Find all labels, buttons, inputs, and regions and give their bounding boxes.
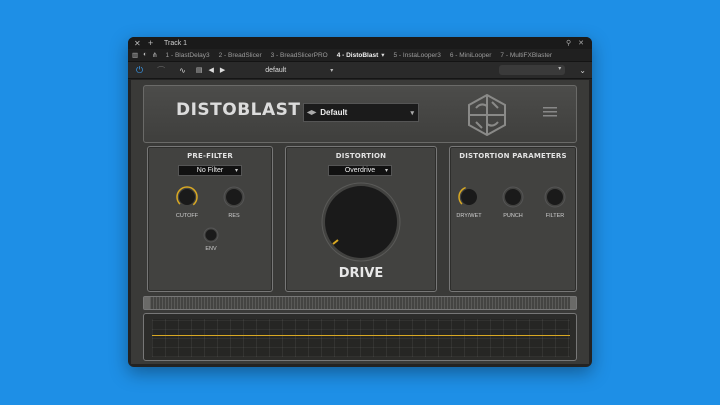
expand-chevron-icon[interactable]: ⌄ [579,66,586,75]
envelope-editor[interactable] [143,313,577,361]
host-preset-value: default [265,66,287,74]
plugin-body: DISTOBLAST ◀▶ Default ▾ PRE-FILTER No Fi… [131,80,589,364]
filter-knob[interactable] [544,186,566,208]
add-icon[interactable]: + [148,38,158,48]
filter-type-value: No Filter [196,167,224,174]
distortion-mode-dropdown[interactable]: Overdrive ▾ [328,165,392,176]
compare-icon[interactable]: ◐ [143,51,147,59]
routing-icon[interactable]: ⋔ [152,51,157,59]
envelope-grid[interactable] [152,319,570,357]
tab-multifxblaster[interactable]: 7 - MultiFXBlaster [500,52,552,59]
distortion-params-title: DISTORTION PARAMETERS [459,152,567,160]
host-toolbar: ⏻ ⌒ ∿ ▤ ◀ ▶ default ▾ ▾ ⌄ [128,62,592,79]
env-label: ENV [205,246,217,252]
drive-knob[interactable] [320,181,402,263]
tab-blastdelay3[interactable]: 1 - BlastDelay3 [166,52,210,59]
envelope-line[interactable] [152,335,570,336]
tab-breadslicerpro[interactable]: 3 - BreadSlicerPRO [271,52,328,59]
title-bar: ✕ + Track 1 ⚲ ✕ [128,37,592,49]
filter-label: FILTER [545,213,565,219]
pin-icon[interactable]: ⚲ [566,39,571,47]
scroll-handle-left[interactable] [144,297,150,309]
res-knob[interactable] [223,186,245,208]
window-close-icon[interactable]: ✕ [578,39,584,47]
punch-knob[interactable] [502,186,524,208]
prefilter-title: PRE-FILTER [187,152,233,160]
menu-icon[interactable] [543,106,557,118]
tab-minilooper[interactable]: 6 - MiniLooper [450,52,492,59]
close-icon[interactable]: ✕ [134,39,144,48]
distortion-params-panel: DISTORTION PARAMETERS DRY/WET PUNCH FILT… [449,146,577,292]
chevron-down-icon: ▾ [234,168,238,174]
plugin-tab-bar: ▥ ◐ ⋔ 1 - BlastDelay3 2 - BreadSlicer 3 … [128,49,592,62]
window-title: Track 1 [164,39,188,47]
chevron-down-icon: ▾ [330,67,334,74]
cutoff-knob[interactable] [176,186,198,208]
drive-label: DRIVE [338,266,384,281]
tab-distoblast[interactable]: 4 - DistoBlast [337,52,379,59]
host-preset-dropdown[interactable]: default ▾ [265,65,333,76]
tab-instalooper3[interactable]: 5 - InstaLooper3 [394,52,441,59]
plugin-preset-value: Default [320,108,348,117]
chevron-down-icon: ▾ [558,66,562,72]
chevron-down-icon: ▾ [410,109,414,117]
next-preset-icon[interactable]: ▶ [220,66,225,74]
brand-icon [468,94,506,136]
plugin-window: ✕ + Track 1 ⚲ ✕ ▥ ◐ ⋔ 1 - BlastDelay3 2 … [128,37,592,367]
prev-preset-icon[interactable]: ◀ [208,66,213,74]
drywet-knob[interactable] [458,186,480,208]
secondary-dropdown[interactable]: ▾ [499,65,566,75]
sidechain-icon[interactable]: ⌒ [157,65,165,76]
res-label: RES [228,213,240,219]
prefilter-panel: PRE-FILTER No Filter ▾ CUTOFF RES ENV [147,146,273,292]
distortion-panel: DISTORTION Overdrive ▾ DRIVE [285,146,437,292]
automation-icon[interactable]: ∿ [179,66,186,75]
plugin-logo: DISTOBLAST [176,100,301,120]
scroll-handle-right[interactable] [570,297,576,309]
tab-menu-caret-icon[interactable]: ▾ [381,51,384,59]
cutoff-label: CUTOFF [175,213,199,219]
preset-arrows-icon[interactable]: ◀▶ [307,109,316,116]
save-icon[interactable]: ▤ [196,66,203,74]
rack-icon[interactable]: ▥ [132,51,138,59]
filter-type-dropdown[interactable]: No Filter ▾ [178,165,242,176]
punch-label: PUNCH [503,213,523,219]
env-knob[interactable] [203,227,219,243]
distortion-mode-value: Overdrive [344,167,376,174]
tab-breadslicer[interactable]: 2 - BreadSlicer [219,52,262,59]
distortion-title: DISTORTION [335,152,387,160]
power-icon[interactable]: ⏻ [136,65,143,76]
chevron-down-icon: ▾ [384,168,388,174]
drywet-label: DRY/WET [456,213,482,219]
plugin-preset-selector[interactable]: ◀▶ Default ▾ [303,103,419,122]
plugin-header: DISTOBLAST ◀▶ Default ▾ [143,85,577,143]
envelope-scroll-bar[interactable] [143,296,577,310]
